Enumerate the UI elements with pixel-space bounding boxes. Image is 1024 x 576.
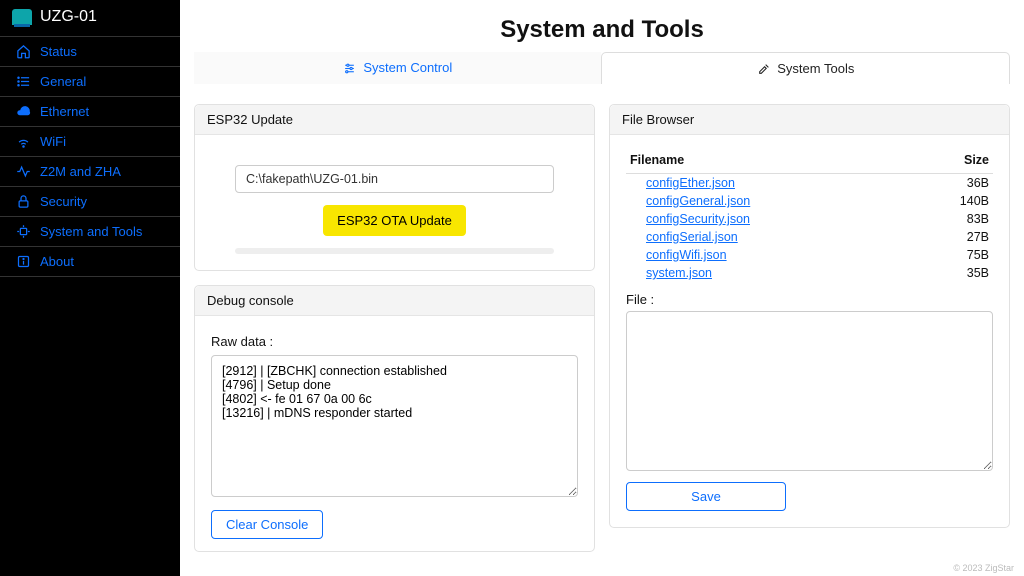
sidebar-item-label: Z2M and ZHA [40, 164, 121, 179]
file-path-input[interactable] [235, 165, 554, 193]
panel-header: ESP32 Update [195, 105, 594, 135]
file-content-label: File : [626, 292, 993, 307]
table-row: configEther.json 36B [626, 174, 993, 193]
page-title: System and Tools [180, 0, 1024, 52]
sidebar-item-ethernet[interactable]: Ethernet [0, 97, 180, 127]
file-size: 35B [918, 264, 993, 282]
file-content-textarea[interactable] [626, 311, 993, 471]
table-row: configWifi.json 75B [626, 246, 993, 264]
sidebar-item-z2m-zha[interactable]: Z2M and ZHA [0, 157, 180, 187]
file-link[interactable]: system.json [646, 266, 712, 280]
esp32-update-panel: ESP32 Update ESP32 OTA Update [194, 104, 595, 271]
table-row: system.json 35B [626, 264, 993, 282]
sidebar-item-label: Status [40, 44, 77, 59]
panel-header: File Browser [610, 105, 1009, 135]
tab-system-control[interactable]: System Control [194, 52, 601, 84]
footer-copyright: © 2023 ZigStar [953, 563, 1014, 573]
sidebar: UZG-01 Status General Ethernet WiFi Z2M … [0, 0, 180, 576]
sidebar-item-about[interactable]: About [0, 247, 180, 277]
raw-data-label: Raw data : [211, 334, 578, 349]
panel-header: Debug console [195, 286, 594, 316]
file-size: 83B [918, 210, 993, 228]
sidebar-item-label: Ethernet [40, 104, 89, 119]
main: System and Tools System Control System T… [180, 0, 1024, 576]
col-size: Size [918, 147, 993, 174]
file-link[interactable]: configSerial.json [646, 230, 738, 244]
file-link[interactable]: configSecurity.json [646, 212, 750, 226]
progress-bar [235, 248, 554, 254]
content: ESP32 Update ESP32 OTA Update Debug cons… [180, 84, 1024, 552]
debug-console-panel: Debug console Raw data : Clear Console [194, 285, 595, 552]
file-size: 27B [918, 228, 993, 246]
sidebar-item-label: WiFi [40, 134, 66, 149]
tabs: System Control System Tools [194, 52, 1010, 84]
info-icon [14, 254, 32, 269]
table-row: configGeneral.json 140B [626, 192, 993, 210]
table-row: configSerial.json 27B [626, 228, 993, 246]
pulse-icon [14, 164, 32, 179]
tab-system-tools[interactable]: System Tools [601, 52, 1010, 84]
file-size: 140B [918, 192, 993, 210]
tab-label: System Tools [777, 61, 854, 76]
nav-list: Status General Ethernet WiFi Z2M and ZHA… [0, 36, 180, 277]
sidebar-item-security[interactable]: Security [0, 187, 180, 217]
ota-update-button[interactable]: ESP32 OTA Update [323, 205, 466, 236]
lock-icon [14, 194, 32, 209]
sidebar-item-label: Security [40, 194, 87, 209]
cloud-icon [14, 104, 32, 119]
home-icon [14, 44, 32, 59]
list-icon [14, 74, 32, 89]
sidebar-item-label: About [40, 254, 74, 269]
tab-label: System Control [363, 60, 452, 75]
file-link[interactable]: configGeneral.json [646, 194, 750, 208]
sidebar-item-wifi[interactable]: WiFi [0, 127, 180, 157]
brand-title: UZG-01 [40, 8, 97, 26]
col-filename: Filename [626, 147, 918, 174]
brand: UZG-01 [0, 0, 180, 34]
sidebar-item-label: System and Tools [40, 224, 142, 239]
debug-console-textarea[interactable] [211, 355, 578, 497]
brand-icon [12, 9, 32, 25]
sidebar-item-system-tools[interactable]: System and Tools [0, 217, 180, 247]
chip-icon [14, 224, 32, 239]
file-link[interactable]: configWifi.json [646, 248, 727, 262]
wifi-icon [14, 134, 32, 149]
file-size: 75B [918, 246, 993, 264]
sliders-icon [343, 60, 356, 75]
file-size: 36B [918, 174, 993, 193]
sidebar-item-label: General [40, 74, 86, 89]
tools-icon [757, 61, 770, 76]
table-row: configSecurity.json 83B [626, 210, 993, 228]
sidebar-item-general[interactable]: General [0, 67, 180, 97]
save-button[interactable]: Save [626, 482, 786, 511]
file-link[interactable]: configEther.json [646, 176, 735, 190]
clear-console-button[interactable]: Clear Console [211, 510, 323, 539]
sidebar-item-status[interactable]: Status [0, 36, 180, 67]
file-browser-panel: File Browser Filename Size configEther.j… [609, 104, 1010, 528]
file-table: Filename Size configEther.json36BconfigG… [626, 147, 993, 282]
